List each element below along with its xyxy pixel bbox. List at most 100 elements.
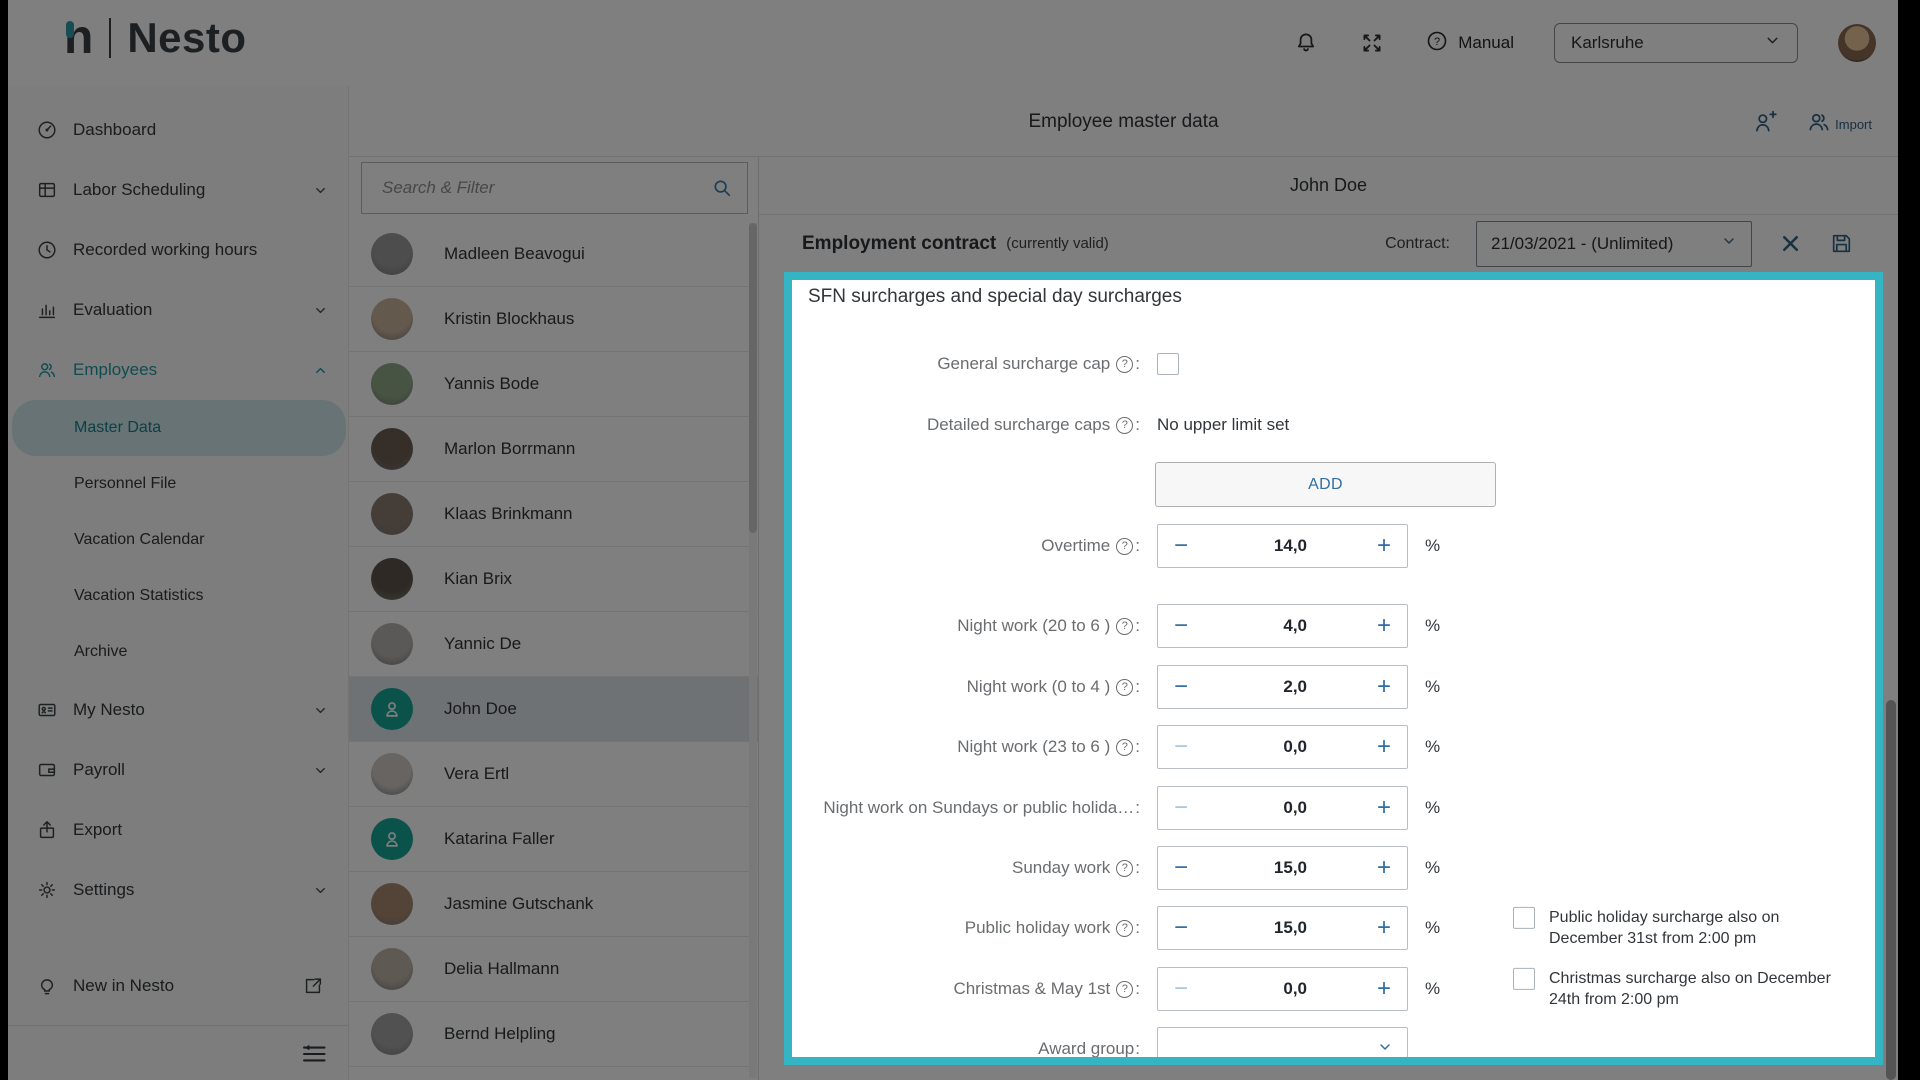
stepper-value[interactable]: 0,0 [1204,737,1361,757]
field-label-text: Sunday work [1012,858,1110,878]
help-icon[interactable]: ? [1116,920,1133,937]
employee-row[interactable]: Jasmine Gutschank [349,872,758,937]
add-surcharge-cap-button[interactable]: ADD [1155,462,1496,507]
award-group-select[interactable] [1157,1027,1408,1065]
employee-name: John Doe [444,699,517,719]
stepper-plus-button[interactable]: + [1361,606,1407,646]
employee-row[interactable]: Yannic De [349,612,758,677]
fullscreen-icon[interactable] [1359,30,1385,56]
stepper-plus-button[interactable]: + [1361,727,1407,767]
employee-row[interactable]: Katarina Faller [349,807,758,872]
help-icon[interactable]: ? [1116,860,1133,877]
external-link-icon[interactable] [302,975,324,997]
bell-icon[interactable] [1293,30,1319,56]
employee-name: Kristin Blockhaus [444,309,574,329]
help-icon[interactable]: ? [1116,739,1133,756]
sidebar-item-label: Master Data [74,419,161,437]
chevron-down-icon [313,763,328,778]
sidebar-item-dashboard[interactable]: Dashboard [8,100,348,160]
sidebar-item-employees[interactable]: Employees [8,340,348,400]
close-icon[interactable] [1778,231,1803,256]
employee-name: Marlon Borrmann [444,439,575,459]
employee-avatar [371,298,413,340]
sidebar-item-evaluation[interactable]: Evaluation [8,280,348,340]
sidebar-item-recorded-working-hours[interactable]: Recorded working hours [8,220,348,280]
unit-label: % [1425,918,1440,938]
employee-row[interactable]: Marlon Borrmann [349,417,758,482]
employee-row[interactable]: John Doe [349,677,758,742]
sidebar-item-vacation-calendar[interactable]: Vacation Calendar [8,512,348,568]
manual-button[interactable]: ? Manual [1425,29,1514,58]
page-title: Employee master data [349,86,1898,157]
sidebar-item-new-in-nesto[interactable]: New in Nesto [8,956,348,1016]
stepper-value[interactable]: 15,0 [1204,858,1361,878]
stepper-value[interactable]: 14,0 [1204,536,1361,556]
sidebar-item-label: Vacation Statistics [74,587,204,605]
employee-row[interactable]: Bernd Helpling [349,1002,758,1067]
lightbulb-icon [36,975,58,997]
stepper-value[interactable]: 4,0 [1204,616,1361,636]
employee-row[interactable]: Madleen Beavogui [349,222,758,287]
stepper-minus-button[interactable]: − [1158,969,1204,1009]
stepper-plus-button[interactable]: + [1361,908,1407,948]
employee-row[interactable]: Klaas Brinkmann [349,482,758,547]
search-input[interactable] [380,177,711,199]
stepper-value[interactable]: 0,0 [1204,979,1361,999]
employee-row[interactable]: Yannis Bode [349,352,758,417]
stepper-plus-button[interactable]: + [1361,788,1407,828]
import-button[interactable]: Import [1806,109,1872,135]
contract-select[interactable]: 21/03/2021 - (Unlimited) [1476,221,1752,267]
stepper-plus-button[interactable]: + [1361,969,1407,1009]
sidebar-item-my-nesto[interactable]: My Nesto [8,680,348,740]
chevron-down-icon [313,183,328,198]
sidebar-item-master-data[interactable]: Master Data [12,400,346,456]
stepper-value[interactable]: 15,0 [1204,918,1361,938]
stepper-minus-button[interactable]: − [1158,667,1204,707]
sidebar-item-settings[interactable]: Settings [8,860,348,920]
sidebar-item-vacation-statistics[interactable]: Vacation Statistics [8,568,348,624]
stepper-minus-button[interactable]: − [1158,606,1204,646]
help-icon[interactable]: ? [1116,417,1133,434]
sidebar-footer-label: New in Nesto [73,976,302,996]
user-avatar[interactable] [1838,24,1876,62]
help-icon[interactable]: ? [1116,981,1133,998]
help-icon[interactable]: ? [1116,679,1133,696]
sidebar-divider [8,1025,348,1026]
location-select[interactable]: Karlsruhe [1554,23,1798,63]
stepper-plus-button[interactable]: + [1361,526,1407,566]
employee-row[interactable]: Kian Brix [349,547,758,612]
stepper-minus-button[interactable]: − [1158,526,1204,566]
sidebar-item-payroll[interactable]: Payroll [8,740,348,800]
employee-row[interactable]: Delia Hallmann [349,937,758,1002]
employee-row[interactable]: Vera Ertl [349,742,758,807]
stepper-minus-button[interactable]: − [1158,908,1204,948]
sidebar-item-export[interactable]: Export [8,800,348,860]
stepper-minus-button[interactable]: − [1158,848,1204,888]
field-label-text: Overtime [1041,536,1110,556]
stepper-value[interactable]: 0,0 [1204,798,1361,818]
help-icon[interactable]: ? [1116,538,1133,555]
employee-row[interactable]: Kristin Blockhaus [349,287,758,352]
stepper-minus-button[interactable]: − [1158,727,1204,767]
stepper-minus-button[interactable]: − [1158,788,1204,828]
help-icon[interactable]: ? [1116,618,1133,635]
sidebar-item-labor-scheduling[interactable]: Labor Scheduling [8,160,348,220]
employee-list-scrollbar[interactable] [749,223,757,1078]
field-label-text: Public holiday work [965,918,1111,938]
stepper-plus-button[interactable]: + [1361,848,1407,888]
add-employee-button[interactable] [1752,109,1778,135]
search-icon[interactable] [711,177,733,199]
export-icon [36,819,58,841]
surcharge-option-checkbox[interactable] [1513,907,1535,929]
general-surcharge-cap-checkbox[interactable] [1157,353,1179,375]
save-icon[interactable] [1829,231,1854,256]
stepper-plus-button[interactable]: + [1361,667,1407,707]
help-icon[interactable]: ? [1116,356,1133,373]
surcharge-option-checkbox[interactable] [1513,968,1535,990]
page-scrollbar[interactable] [1886,700,1896,1080]
collapse-sidebar-button[interactable] [300,1040,328,1068]
gear-icon [36,879,58,901]
sidebar-item-archive[interactable]: Archive [8,624,348,680]
stepper-value[interactable]: 2,0 [1204,677,1361,697]
sidebar-item-personnel-file[interactable]: Personnel File [8,456,348,512]
